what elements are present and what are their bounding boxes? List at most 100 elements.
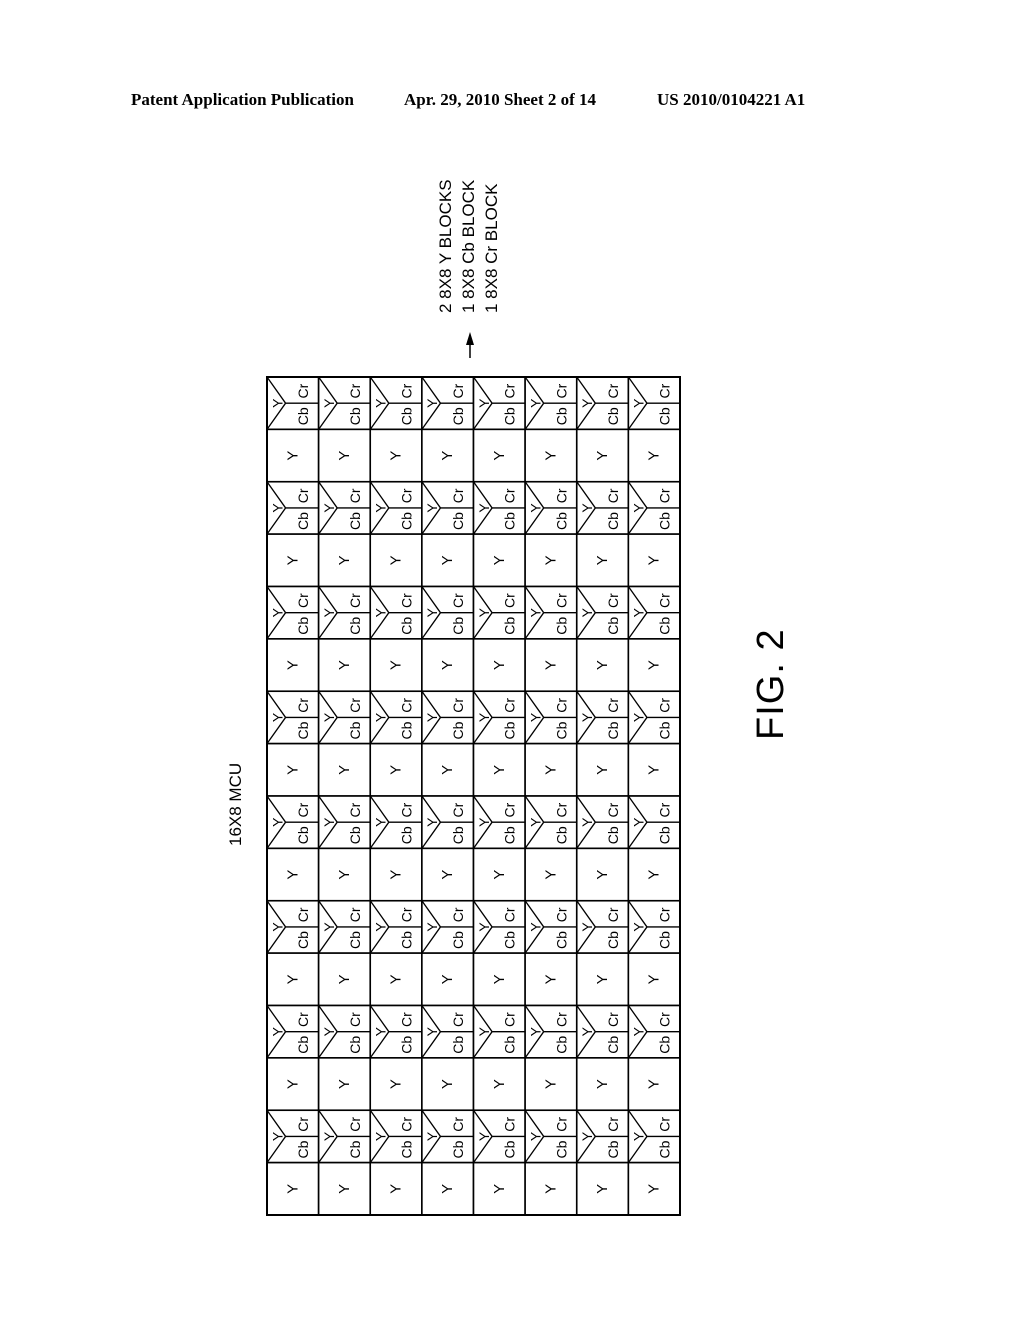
y-block-cell: Y bbox=[627, 847, 681, 902]
y-label: Y bbox=[388, 555, 405, 565]
cr-label: Cr bbox=[450, 1117, 466, 1132]
y-label: Y bbox=[476, 922, 492, 932]
cb-label: Cb bbox=[295, 1036, 311, 1054]
cr-label: Cr bbox=[295, 383, 311, 398]
cb-label: Cb bbox=[450, 1036, 466, 1054]
y-block-cell: Y bbox=[627, 1057, 681, 1112]
cr-label: Cr bbox=[347, 593, 363, 608]
cb-label: Cb bbox=[502, 407, 518, 425]
y-block-cell: Y bbox=[472, 638, 526, 693]
cr-label: Cr bbox=[502, 698, 518, 713]
cr-label: Cr bbox=[450, 1012, 466, 1027]
cr-label: Cr bbox=[347, 488, 363, 503]
y-block-cell: Y bbox=[524, 847, 578, 902]
cr-label: Cr bbox=[398, 907, 414, 922]
cr-label: Cr bbox=[502, 802, 518, 817]
ycbcr-block-cell: Y Cr Cb bbox=[317, 585, 372, 640]
cb-label: Cb bbox=[450, 931, 466, 949]
cb-label: Cb bbox=[450, 1140, 466, 1158]
cr-label: Cr bbox=[657, 593, 673, 608]
y-label: Y bbox=[631, 503, 647, 513]
ycbcr-block-cell: Y Cr Cb bbox=[627, 376, 681, 431]
cr-label: Cr bbox=[295, 698, 311, 713]
y-label: Y bbox=[439, 870, 456, 880]
y-label: Y bbox=[646, 765, 663, 775]
cb-label: Cb bbox=[502, 721, 518, 739]
y-block-cell: Y bbox=[266, 1057, 320, 1112]
y-block-cell: Y bbox=[627, 638, 681, 693]
ycbcr-block-cell: Y Cr Cb bbox=[266, 376, 320, 431]
ycbcr-block-cell: Y Cr Cb bbox=[472, 1109, 526, 1164]
y-block-cell: Y bbox=[421, 428, 475, 483]
cb-label: Cb bbox=[295, 721, 311, 739]
y-block-cell: Y bbox=[369, 742, 423, 797]
y-block-cell: Y bbox=[575, 952, 630, 1007]
ycbcr-block-cell: Y Cr Cb bbox=[575, 1109, 630, 1164]
cr-label: Cr bbox=[295, 907, 311, 922]
y-block-cell: Y bbox=[472, 1057, 526, 1112]
cr-label: Cr bbox=[347, 1012, 363, 1027]
ycbcr-block-cell: Y Cr Cb bbox=[317, 899, 372, 954]
y-label: Y bbox=[321, 607, 337, 617]
cb-label: Cb bbox=[347, 1140, 363, 1158]
cb-label: Cb bbox=[605, 721, 621, 739]
ycbcr-block-cell: Y Cr Cb bbox=[421, 899, 475, 954]
y-block-cell: Y bbox=[524, 533, 578, 588]
cr-label: Cr bbox=[450, 802, 466, 817]
y-block-cell: Y bbox=[317, 533, 372, 588]
y-label: Y bbox=[336, 974, 353, 984]
y-block-cell: Y bbox=[317, 1161, 372, 1216]
cb-label: Cb bbox=[398, 1140, 414, 1158]
y-label: Y bbox=[336, 451, 353, 461]
y-label: Y bbox=[491, 451, 508, 461]
cb-label: Cb bbox=[605, 512, 621, 530]
y-label: Y bbox=[336, 1184, 353, 1194]
y-label: Y bbox=[646, 870, 663, 880]
y-block-cell: Y bbox=[524, 1161, 578, 1216]
y-block-cell: Y bbox=[266, 847, 320, 902]
ycbcr-block-cell: Y Cr Cb bbox=[369, 899, 423, 954]
cr-label: Cr bbox=[502, 593, 518, 608]
y-block-cell: Y bbox=[575, 847, 630, 902]
y-block-cell: Y bbox=[266, 952, 320, 1007]
y-block-cell: Y bbox=[369, 847, 423, 902]
ycbcr-block-cell: Y Cr Cb bbox=[266, 1004, 320, 1059]
cr-label: Cr bbox=[553, 1012, 569, 1027]
cb-label: Cb bbox=[605, 826, 621, 844]
cr-label: Cr bbox=[398, 698, 414, 713]
cb-label: Cb bbox=[347, 1036, 363, 1054]
ycbcr-block-cell: Y Cr Cb bbox=[369, 795, 423, 850]
y-label: Y bbox=[527, 607, 543, 617]
y-label: Y bbox=[579, 712, 595, 722]
y-block-cell: Y bbox=[472, 1161, 526, 1216]
mcu-grid-diagram: Y Cr Cb Y Cr Cb Y Cr Cb Y Cr Cb Y Cr Cb Y Cr Cb Y Cr Cb Y Cr Cb… bbox=[266, 332, 681, 1216]
y-block-cell: Y bbox=[627, 533, 681, 588]
y-label: Y bbox=[491, 555, 508, 565]
y-block-cell: Y bbox=[575, 533, 630, 588]
cb-label: Cb bbox=[398, 826, 414, 844]
cb-label: Cb bbox=[502, 512, 518, 530]
y-label: Y bbox=[527, 398, 543, 408]
cb-label: Cb bbox=[605, 931, 621, 949]
ycbcr-block-cell: Y Cr Cb bbox=[472, 480, 526, 535]
cr-label: Cr bbox=[398, 383, 414, 398]
y-label: Y bbox=[491, 974, 508, 984]
y-block-cell: Y bbox=[421, 952, 475, 1007]
cr-label: Cr bbox=[657, 383, 673, 398]
cr-label: Cr bbox=[450, 488, 466, 503]
y-label: Y bbox=[579, 1026, 595, 1036]
y-label: Y bbox=[476, 1026, 492, 1036]
cr-label: Cr bbox=[398, 1117, 414, 1132]
ycbcr-block-cell: Y Cr Cb bbox=[524, 795, 578, 850]
cb-label: Cb bbox=[553, 1140, 569, 1158]
y-label: Y bbox=[491, 870, 508, 880]
cb-label: Cb bbox=[295, 826, 311, 844]
cb-label: Cb bbox=[347, 721, 363, 739]
y-label: Y bbox=[594, 765, 611, 775]
ycbcr-block-cell: Y Cr Cb bbox=[421, 690, 475, 745]
cb-label: Cb bbox=[657, 721, 673, 739]
cr-label: Cr bbox=[347, 1117, 363, 1132]
cr-label: Cr bbox=[398, 1012, 414, 1027]
y-label: Y bbox=[321, 398, 337, 408]
cr-label: Cr bbox=[347, 907, 363, 922]
